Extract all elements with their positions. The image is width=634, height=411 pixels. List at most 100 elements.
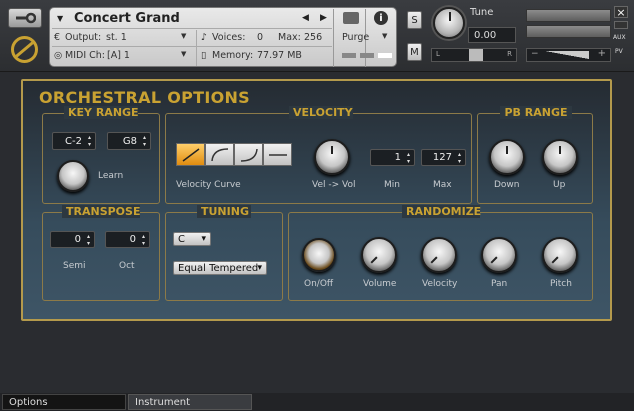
voices-value: 0 xyxy=(257,32,264,43)
key-range-title: KEY RANGE xyxy=(64,106,139,119)
velocity-min-spinner[interactable]: 1 xyxy=(370,149,415,166)
tuning-key-dropdown[interactable]: C xyxy=(173,232,211,246)
velocity-title: VELOCITY xyxy=(289,106,353,119)
velocity-curve-fixed-button[interactable] xyxy=(263,143,292,166)
pan-right-label: R xyxy=(507,50,512,58)
randomize-pan-label: Pan xyxy=(491,279,508,289)
panel-title: ORCHESTRAL OPTIONS xyxy=(39,88,251,107)
memory-label: Memory: xyxy=(212,50,254,61)
pb-up-label: Up xyxy=(553,180,566,190)
velocity-max-label: Max xyxy=(433,180,452,190)
pb-up-knob[interactable] xyxy=(542,139,578,175)
transpose-group: TRANSPOSE 0 Semi 0 Oct xyxy=(42,205,160,301)
memory-icon: ▯ xyxy=(201,50,207,61)
randomize-velocity-knob[interactable] xyxy=(421,237,457,273)
prev-instrument-arrow-icon[interactable]: ◀ xyxy=(302,13,309,23)
velocity-min-label: Min xyxy=(384,180,400,190)
tune-value[interactable]: 0.00 xyxy=(468,27,516,43)
memory-value: 77.97 MB xyxy=(257,50,302,61)
velocity-curve-exp-button[interactable] xyxy=(234,143,263,166)
level-meter-left xyxy=(526,9,611,22)
randomize-velocity-label: Velocity xyxy=(422,279,458,289)
transpose-semi-label: Semi xyxy=(63,261,86,271)
transpose-oct-label: Oct xyxy=(119,261,135,271)
purge-meter-2 xyxy=(360,53,374,58)
vel-vol-knob[interactable] xyxy=(314,139,350,175)
tab-instrument[interactable]: Instrument xyxy=(128,394,252,410)
instrument-header: ▼ Concert Grand ◀ ▶ i € Output: st. 1 ▼ … xyxy=(0,0,634,72)
pb-down-knob[interactable] xyxy=(489,139,525,175)
randomize-title: RANDOMIZE xyxy=(402,205,481,218)
key-range-group: KEY RANGE C-2 G8 Learn xyxy=(42,106,160,204)
randomize-volume-knob[interactable] xyxy=(361,237,397,273)
solo-button[interactable]: S xyxy=(407,11,422,29)
volume-minus-label: − xyxy=(531,49,539,59)
fixed-curve-icon xyxy=(268,153,287,156)
midi-channel-label: MIDI Ch: xyxy=(65,50,105,61)
volume-slider[interactable]: − + xyxy=(526,48,611,62)
randomize-onoff-label: On/Off xyxy=(304,279,334,289)
instrument-name[interactable]: Concert Grand xyxy=(74,11,180,26)
key-range-high-spinner[interactable]: G8 xyxy=(107,132,151,150)
collapse-triangle-icon[interactable]: ▼ xyxy=(57,14,63,23)
velocity-curve-log-button[interactable] xyxy=(205,143,234,166)
vel-vol-label: Vel -> Vol xyxy=(312,180,356,190)
pv-label[interactable]: PV xyxy=(615,48,623,55)
learn-label: Learn xyxy=(98,171,124,181)
tab-options[interactable]: Options xyxy=(2,394,126,410)
minimize-icon[interactable] xyxy=(614,21,628,29)
midi-dropdown-arrow-icon[interactable]: ▼ xyxy=(181,50,186,58)
randomize-group: RANDOMIZE On/Off Volume Velocity Pan Pit… xyxy=(288,205,593,301)
info-icon[interactable]: i xyxy=(374,11,388,25)
mute-button[interactable]: M xyxy=(407,43,422,61)
max-voices-label: Max: xyxy=(278,32,301,43)
voices-icon: ♪ xyxy=(201,32,208,43)
pan-slider[interactable]: L R xyxy=(431,48,517,62)
close-icon[interactable]: × xyxy=(614,6,628,19)
randomize-pitch-label: Pitch xyxy=(550,279,572,289)
voices-label: Voices: xyxy=(212,32,246,43)
pb-range-group: PB RANGE Down Up xyxy=(477,106,593,204)
transpose-oct-spinner[interactable]: 0 xyxy=(105,231,150,248)
transpose-semi-spinner[interactable]: 0 xyxy=(50,231,95,248)
randomize-volume-label: Volume xyxy=(363,279,397,289)
temperament-dropdown[interactable]: Equal Tempered xyxy=(173,261,267,275)
volume-plus-label: + xyxy=(597,48,606,59)
orchestral-options-panel: ORCHESTRAL OPTIONS KEY RANGE C-2 G8 Lear… xyxy=(21,79,612,321)
level-meter-right xyxy=(526,25,611,38)
purge-label[interactable]: Purge xyxy=(342,32,369,43)
max-voices-value[interactable]: 256 xyxy=(304,32,322,43)
purge-meter-3 xyxy=(378,53,392,58)
volume-ramp xyxy=(545,51,589,59)
tune-knob[interactable] xyxy=(433,7,465,39)
learn-button[interactable] xyxy=(57,160,89,192)
camera-icon[interactable] xyxy=(343,12,359,24)
tuning-group: TUNING C Equal Tempered xyxy=(165,205,283,301)
purge-meter-1 xyxy=(342,53,356,58)
log-curve-icon xyxy=(210,147,228,161)
velocity-curve-label: Velocity Curve xyxy=(176,180,241,190)
wrench-icon[interactable] xyxy=(8,8,42,28)
randomize-pan-knob[interactable] xyxy=(481,237,517,273)
pan-handle[interactable] xyxy=(469,49,483,61)
linear-curve-icon xyxy=(182,147,199,162)
output-label: Output: xyxy=(65,32,102,43)
midi-channel-value[interactable]: [A] 1 xyxy=(107,50,130,61)
output-value[interactable]: st. 1 xyxy=(106,32,127,43)
instrument-info-box: ▼ Concert Grand ◀ ▶ i € Output: st. 1 ▼ … xyxy=(49,7,397,67)
output-icon: € xyxy=(54,32,61,43)
randomize-pitch-knob[interactable] xyxy=(542,237,578,273)
purge-dropdown-arrow-icon[interactable]: ▼ xyxy=(382,32,387,40)
pb-down-label: Down xyxy=(494,180,520,190)
pan-left-label: L xyxy=(436,50,440,58)
randomize-onoff-button[interactable] xyxy=(302,238,336,272)
next-instrument-arrow-icon[interactable]: ▶ xyxy=(320,13,327,23)
velocity-max-spinner[interactable]: 127 xyxy=(421,149,466,166)
tune-label: Tune xyxy=(470,7,494,18)
output-dropdown-arrow-icon[interactable]: ▼ xyxy=(181,32,186,40)
pb-range-title: PB RANGE xyxy=(500,106,572,119)
transpose-title: TRANSPOSE xyxy=(62,205,140,218)
key-range-low-spinner[interactable]: C-2 xyxy=(52,132,96,150)
aux-label[interactable]: AUX xyxy=(613,34,626,41)
velocity-curve-linear-button[interactable] xyxy=(176,143,205,166)
